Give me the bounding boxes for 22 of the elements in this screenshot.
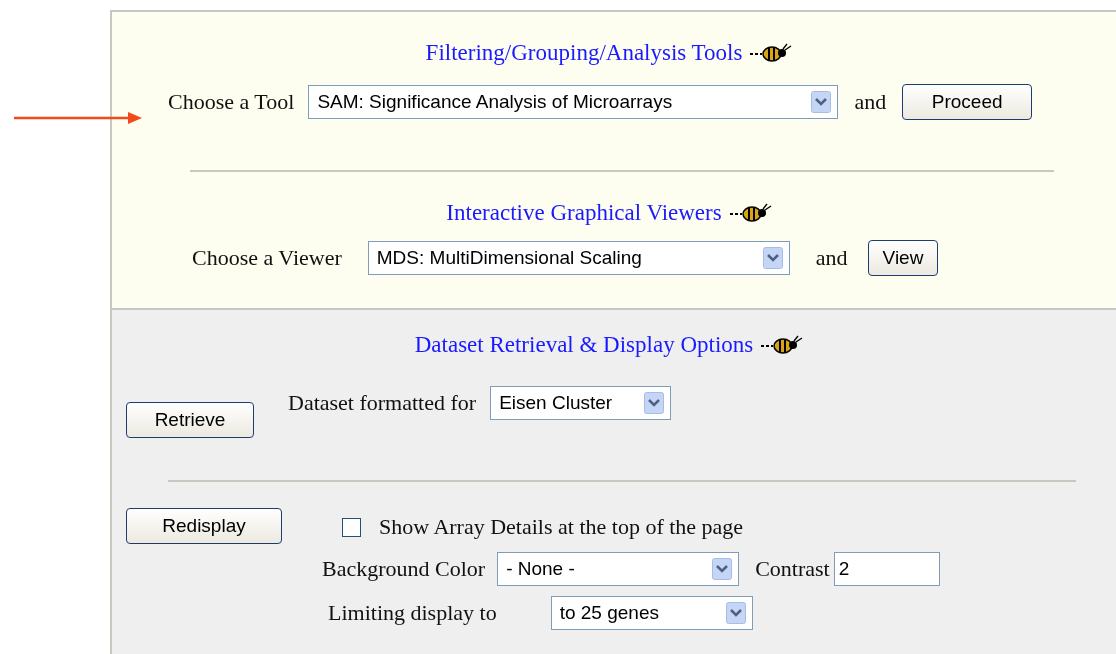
view-button[interactable]: View [867, 240, 938, 276]
and-text: and [815, 245, 848, 271]
section-title: Filtering/Grouping/Analysis Tools [425, 40, 743, 66]
viewer-select[interactable]: MDS: MultiDimensional Scaling [367, 241, 790, 275]
contrast-label: Contrast [755, 556, 830, 582]
tool-select[interactable]: SAM: Significance Analysis of Microarrays [308, 85, 839, 119]
checkbox-label: Show Array Details at the top of the page [379, 514, 744, 540]
limit-select[interactable]: to 25 genes [550, 596, 753, 630]
redisplay-button[interactable]: Redisplay [126, 508, 282, 544]
retrieve-button[interactable]: Retrieve [126, 402, 254, 438]
section-title: Dataset Retrieval & Display Options [414, 332, 754, 358]
tool-label: Choose a Tool [168, 89, 295, 115]
background-color-select[interactable]: - None - [497, 552, 740, 586]
format-select[interactable]: Eisen Cluster [490, 386, 672, 420]
section-title: Interactive Graphical Viewers [446, 200, 722, 226]
proceed-button[interactable]: Proceed [902, 84, 1033, 120]
contrast-field[interactable]: 2 [833, 552, 940, 586]
limit-label: Limiting display to [328, 600, 497, 626]
and-text: and [854, 89, 887, 115]
background-color-label: Background Color [322, 556, 486, 582]
viewer-label: Choose a Viewer [192, 245, 342, 271]
format-label: Dataset formatted for [288, 390, 477, 416]
